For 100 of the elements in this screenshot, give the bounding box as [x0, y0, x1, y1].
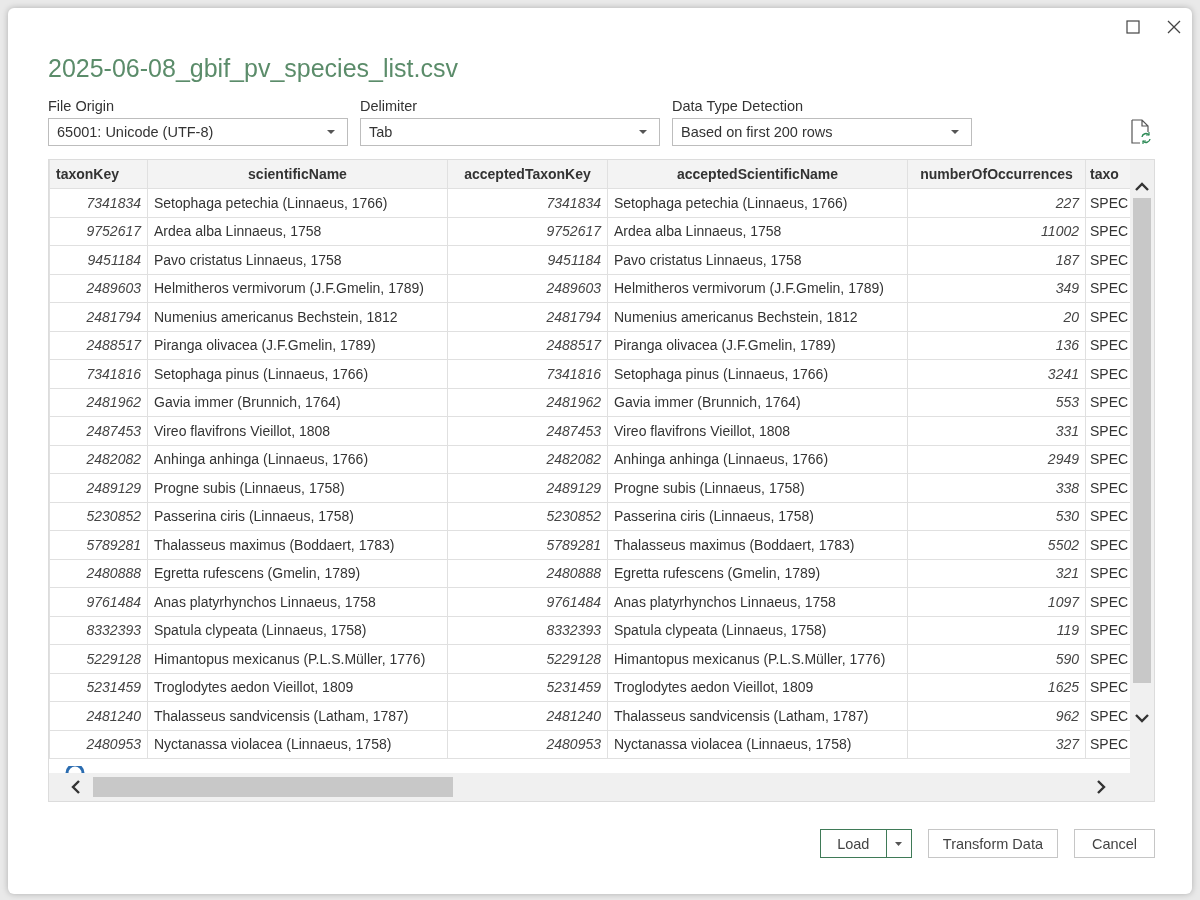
caret-icon	[951, 129, 959, 135]
table-cell: Himantopus mexicanus (P.L.S.Müller, 1776)	[147, 644, 448, 673]
table-cell: 227	[907, 188, 1086, 217]
table-cell: Numenius americanus Bechstein, 1812	[147, 302, 448, 331]
table-cell: 327	[907, 730, 1086, 759]
scroll-thumb[interactable]	[93, 777, 453, 797]
table-cell: 2488517	[447, 331, 608, 360]
dialog-button[interactable]: Cancel	[1074, 829, 1155, 858]
table-cell: Passerina ciris (Linnaeus, 1758)	[607, 502, 908, 531]
table-cell: 349	[907, 274, 1086, 303]
field-label: File Origin	[48, 98, 116, 114]
table-cell: Nyctanassa violacea (Linnaeus, 1758)	[607, 730, 908, 759]
dialog-button[interactable]: Transform Data	[927, 829, 1058, 858]
field-label: Data Type Detection	[672, 98, 805, 114]
column-header[interactable]: scientificName	[147, 160, 448, 189]
table-cell: 9451184	[447, 245, 608, 274]
table-cell: Pavo cristatus Linnaeus, 1758	[147, 245, 448, 274]
document-refresh-icon[interactable]	[1129, 119, 1151, 145]
table-cell: 5229128	[49, 644, 148, 673]
table-cell: 553	[907, 388, 1086, 417]
table-cell: 5231459	[49, 673, 148, 702]
table-cell: 2481962	[49, 388, 148, 417]
table-cell: Thalasseus maximus (Boddaert, 1783)	[607, 530, 908, 559]
table-cell: 5229128	[447, 644, 608, 673]
table-cell: 11002	[907, 217, 1086, 246]
table-cell: Thalasseus sandvicensis (Latham, 1787)	[607, 701, 908, 730]
vertical-scrollbar[interactable]	[1130, 160, 1154, 773]
table-cell: 2481794	[447, 302, 608, 331]
table-cell: 5230852	[49, 502, 148, 531]
dropdown[interactable]: 65001: Unicode (UTF-8)	[48, 118, 348, 146]
table-cell: 9761484	[447, 587, 608, 616]
table-cell: Anas platyrhynchos Linnaeus, 1758	[607, 587, 908, 616]
table-cell: 962	[907, 701, 1086, 730]
table-cell: 2949	[907, 445, 1086, 474]
horizontal-scrollbar[interactable]	[49, 773, 1154, 801]
table-cell: Thalasseus sandvicensis (Latham, 1787)	[147, 701, 448, 730]
table-cell: Nyctanassa violacea (Linnaeus, 1758)	[147, 730, 448, 759]
chevron-right-icon[interactable]	[1096, 779, 1106, 795]
table-cell: 7341834	[447, 188, 608, 217]
table-cell: 5230852	[447, 502, 608, 531]
table-cell: 2481962	[447, 388, 608, 417]
dropdown[interactable]: Tab	[360, 118, 660, 146]
table-cell: 2482082	[447, 445, 608, 474]
table-cell: 331	[907, 416, 1086, 445]
table-cell: 136	[907, 331, 1086, 360]
column-header[interactable]: taxo	[1085, 160, 1130, 189]
column-header[interactable]: acceptedScientificName	[607, 160, 908, 189]
table-cell: Vireo flavifrons Vieillot, 1808	[607, 416, 908, 445]
table-cell: 2488517	[49, 331, 148, 360]
column-header[interactable]: taxonKey	[49, 160, 148, 189]
table-cell: 3241	[907, 359, 1086, 388]
table-cell: 2489129	[447, 473, 608, 502]
chevron-up-icon[interactable]	[1134, 182, 1150, 192]
table-cell: Setophaga pinus (Linnaeus, 1766)	[607, 359, 908, 388]
table-cell: 7341816	[49, 359, 148, 388]
table-cell: 2489603	[447, 274, 608, 303]
table-cell: Setophaga petechia (Linnaeus, 1766)	[147, 188, 448, 217]
table-cell: Passerina ciris (Linnaeus, 1758)	[147, 502, 448, 531]
table-cell: Progne subis (Linnaeus, 1758)	[607, 473, 908, 502]
load-button[interactable]: Load	[819, 829, 886, 858]
column-header[interactable]: acceptedTaxonKey	[447, 160, 608, 189]
table-cell: 590	[907, 644, 1086, 673]
table-cell: Pavo cristatus Linnaeus, 1758	[607, 245, 908, 274]
table-cell: Setophaga pinus (Linnaeus, 1766)	[147, 359, 448, 388]
table-cell: Vireo flavifrons Vieillot, 1808	[147, 416, 448, 445]
table-cell: Troglodytes aedon Vieillot, 1809	[607, 673, 908, 702]
close-icon[interactable]	[1166, 19, 1182, 35]
table-cell: 2487453	[49, 416, 148, 445]
table-cell: Egretta rufescens (Gmelin, 1789)	[147, 559, 448, 588]
field-label: Delimiter	[360, 98, 419, 114]
table-cell: 2482082	[49, 445, 148, 474]
table-cell: 2480888	[447, 559, 608, 588]
table-cell: Progne subis (Linnaeus, 1758)	[147, 473, 448, 502]
table-cell: Helmitheros vermivorum (J.F.Gmelin, 1789)	[607, 274, 908, 303]
table-cell: 8332393	[49, 616, 148, 645]
table-cell: Thalasseus maximus (Boddaert, 1783)	[147, 530, 448, 559]
table-cell: Helmitheros vermivorum (J.F.Gmelin, 1789)	[147, 274, 448, 303]
table-cell: 8332393	[447, 616, 608, 645]
table-cell: 9752617	[49, 217, 148, 246]
table-cell: 5231459	[447, 673, 608, 702]
chevron-down-icon[interactable]	[1134, 713, 1150, 723]
chevron-left-icon[interactable]	[71, 779, 81, 795]
dropdown[interactable]: Based on first 200 rows	[672, 118, 972, 146]
table-cell: Himantopus mexicanus (P.L.S.Müller, 1776)	[607, 644, 908, 673]
column-header[interactable]: numberOfOccurrences	[907, 160, 1086, 189]
scroll-thumb[interactable]	[1133, 198, 1151, 683]
table-cell: 338	[907, 473, 1086, 502]
dropdown-arrow-button[interactable]	[885, 829, 912, 858]
table-cell: Anhinga anhinga (Linnaeus, 1766)	[607, 445, 908, 474]
table-cell: 1097	[907, 587, 1086, 616]
maximize-icon[interactable]	[1126, 20, 1140, 34]
table-cell: 530	[907, 502, 1086, 531]
table-cell: 2481240	[447, 701, 608, 730]
table-cell: 2480888	[49, 559, 148, 588]
table-cell: Anhinga anhinga (Linnaeus, 1766)	[147, 445, 448, 474]
table-cell: 187	[907, 245, 1086, 274]
table-cell: 2480953	[447, 730, 608, 759]
table-cell: Gavia immer (Brunnich, 1764)	[147, 388, 448, 417]
table-cell: Spatula clypeata (Linnaeus, 1758)	[607, 616, 908, 645]
dialog-title: 2025-06-08_gbif_pv_species_list.csv	[48, 53, 459, 84]
